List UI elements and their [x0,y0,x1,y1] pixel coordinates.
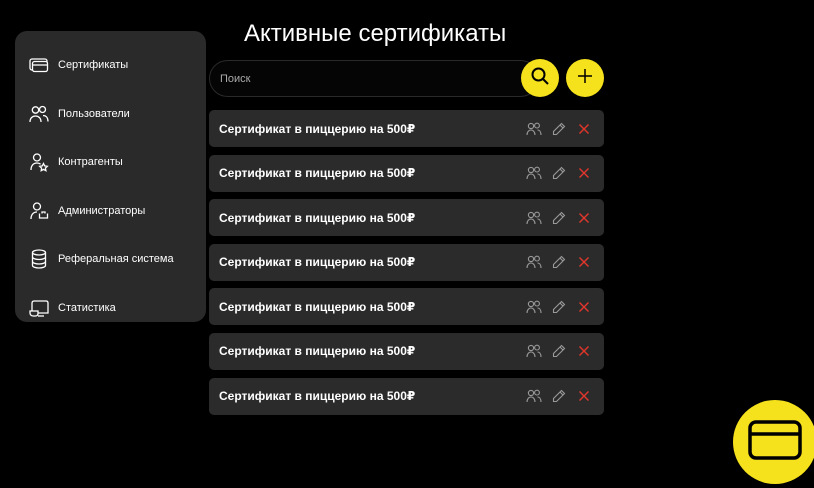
sidebar-item-certificates[interactable]: Сертификаты [15,41,206,90]
card-fab-button[interactable] [733,400,814,484]
list-item[interactable]: Сертификат в пиццерию на 500₽ [209,199,604,237]
card-icon [746,418,804,467]
search-button[interactable] [521,59,559,97]
sidebar-item-label: Пользователи [58,107,130,120]
certificate-icon [29,55,49,75]
edit-icon[interactable] [551,121,567,137]
certificate-title: Сертификат в пиццерию на 500₽ [219,299,416,314]
sidebar-item-referral[interactable]: Реферальная система [15,235,206,284]
admin-icon [29,201,49,221]
sidebar-item-statistics[interactable]: Статистика [15,284,206,333]
delete-icon[interactable] [576,165,592,181]
list-item[interactable]: Сертификат в пиццерию на 500₽ [209,288,604,326]
sidebar-item-label: Статистика [58,301,116,314]
search-bar [209,60,539,97]
certificate-title: Сертификат в пиццерию на 500₽ [219,389,416,404]
plus-icon [577,68,593,89]
users-icon[interactable] [526,388,542,404]
users-icon [29,104,49,124]
database-icon [29,249,49,269]
certificate-list: Сертификат в пиццерию на 500₽ Сертификат… [209,110,604,422]
users-icon[interactable] [526,121,542,137]
list-item[interactable]: Сертификат в пиццерию на 500₽ [209,332,604,370]
users-icon[interactable] [526,165,542,181]
sidebar-item-label: Реферальная система [58,253,174,266]
delete-icon[interactable] [576,388,592,404]
users-icon[interactable] [526,343,542,359]
add-button[interactable] [566,59,604,97]
users-icon[interactable] [526,254,542,270]
partner-icon [29,152,49,173]
list-item[interactable]: Сертификат в пиццерию на 500₽ [209,243,604,281]
delete-icon[interactable] [576,121,592,137]
edit-icon[interactable] [551,343,567,359]
sidebar-item-label: Контрагенты [58,156,123,169]
list-item[interactable]: Сертификат в пиццерию на 500₽ [209,154,604,192]
list-item[interactable]: Сертификат в пиццерию на 500₽ [209,377,604,415]
certificate-title: Сертификат в пиццерию на 500₽ [219,166,416,181]
list-item[interactable]: Сертификат в пиццерию на 500₽ [209,110,604,147]
search-icon [530,66,550,91]
delete-icon[interactable] [576,254,592,270]
users-icon[interactable] [526,299,542,315]
certificate-title: Сертификат в пиццерию на 500₽ [219,121,416,136]
sidebar-item-label: Сертификаты [58,59,129,72]
sidebar-item-partners[interactable]: Контрагенты [15,138,206,187]
search-input[interactable] [220,72,510,85]
sidebar-item-admins[interactable]: Администраторы [15,187,206,236]
edit-icon[interactable] [551,388,567,404]
edit-icon[interactable] [551,299,567,315]
certificate-title: Сертификат в пиццерию на 500₽ [219,210,416,225]
edit-icon[interactable] [551,210,567,226]
edit-icon[interactable] [551,165,567,181]
edit-icon[interactable] [551,254,567,270]
sidebar: Сертификаты Пользователи Контрагенты Адм… [15,31,206,322]
users-icon[interactable] [526,210,542,226]
page-title: Активные сертификаты [244,20,507,47]
certificate-title: Сертификат в пиццерию на 500₽ [219,344,416,359]
delete-icon[interactable] [576,299,592,315]
delete-icon[interactable] [576,210,592,226]
delete-icon[interactable] [576,343,592,359]
sidebar-item-users[interactable]: Пользователи [15,90,206,139]
sidebar-item-label: Администраторы [58,204,146,217]
certificate-title: Сертификат в пиццерию на 500₽ [219,255,416,270]
statistics-icon [29,298,49,318]
